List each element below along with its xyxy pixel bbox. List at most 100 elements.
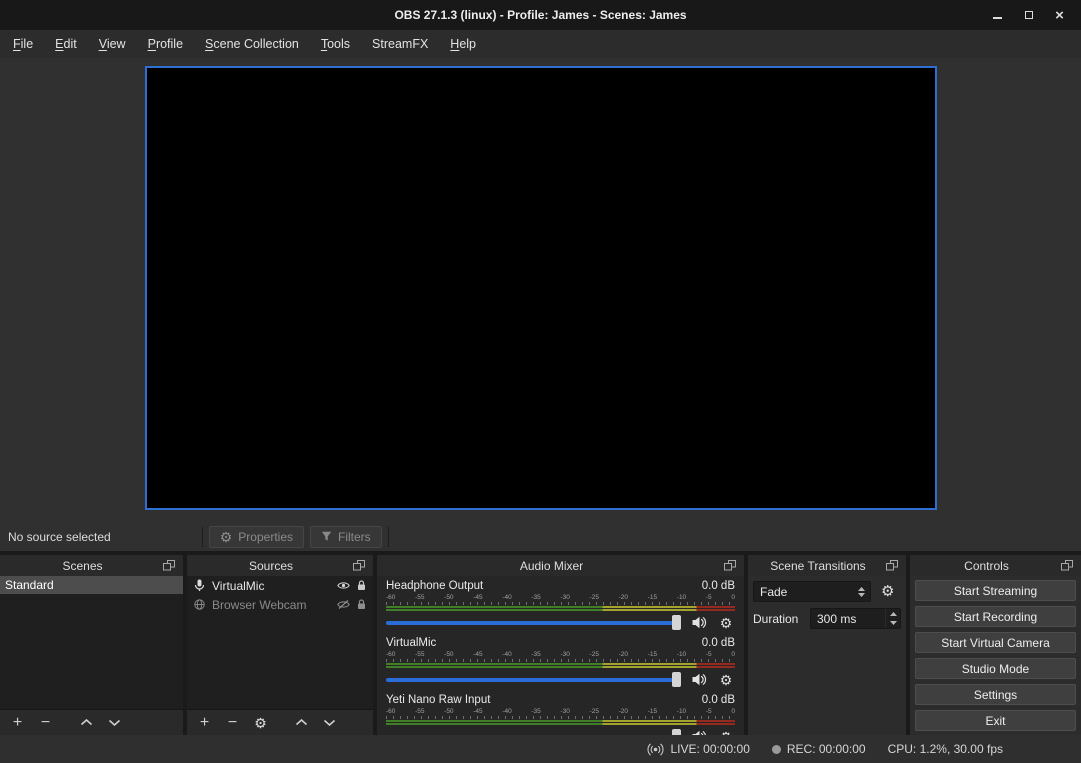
- exit-button[interactable]: Exit: [915, 710, 1076, 731]
- meter-scale-label: 0: [731, 651, 735, 658]
- maximize-button[interactable]: [1013, 0, 1044, 30]
- meter-scale-label: -45: [473, 594, 482, 601]
- menu-scene-collection[interactable]: Scene Collection: [194, 30, 310, 58]
- menu-tools[interactable]: Tools: [310, 30, 361, 58]
- menu-streamfx[interactable]: StreamFX: [361, 30, 439, 58]
- transition-select[interactable]: Fade: [753, 581, 871, 602]
- sources-dock-popout-button[interactable]: [350, 558, 368, 574]
- menu-help[interactable]: Help: [439, 30, 487, 58]
- menu-view[interactable]: View: [88, 30, 137, 58]
- volume-slider-handle[interactable]: [672, 615, 681, 630]
- properties-button-label: Properties: [238, 530, 293, 544]
- meter-scale-label: -40: [502, 651, 511, 658]
- mixer-channel-yeti-nano-raw-input: Yeti Nano Raw Input 0.0 dB -60-55-50-45-…: [386, 694, 735, 735]
- minimize-button[interactable]: [982, 0, 1013, 30]
- chevron-down-icon: [108, 719, 121, 726]
- filters-button-label: Filters: [338, 530, 371, 544]
- menu-edit[interactable]: Edit: [44, 30, 88, 58]
- source-properties-button[interactable]: ⚙: [253, 714, 268, 732]
- speaker-icon: [692, 673, 707, 686]
- scenes-dock-header[interactable]: Scenes: [0, 555, 183, 576]
- mixer-gear-button[interactable]: ⚙: [717, 673, 735, 687]
- lock-button[interactable]: [357, 599, 366, 610]
- remove-scene-button[interactable]: −: [38, 714, 53, 732]
- settings-button[interactable]: Settings: [915, 684, 1076, 705]
- preview-canvas[interactable]: [145, 66, 937, 510]
- meter-scale-label: -10: [677, 708, 686, 715]
- controls-body: Start Streaming Start Recording Start Vi…: [910, 576, 1081, 735]
- menu-profile[interactable]: Profile: [137, 30, 194, 58]
- close-button[interactable]: ×: [1044, 0, 1075, 30]
- docks-row: Scenes Standard + − Sou: [0, 551, 1081, 735]
- visibility-off-button[interactable]: [337, 600, 350, 609]
- add-source-button[interactable]: +: [197, 714, 212, 732]
- meter-scale-label: -5: [706, 651, 712, 658]
- volume-slider[interactable]: [386, 615, 681, 630]
- source-toolbar: No source selected ⚙ Properties Filters: [0, 522, 1081, 551]
- source-item-virtualmic[interactable]: VirtualMic: [187, 576, 373, 595]
- menu-file[interactable]: File: [2, 30, 44, 58]
- mute-button[interactable]: [690, 616, 708, 629]
- duration-increase-button[interactable]: [886, 609, 900, 619]
- scene-transitions-body: Fade ⚙ Duration 300 ms: [748, 576, 906, 735]
- eye-icon: [337, 581, 350, 590]
- title-bar[interactable]: OBS 27.1.3 (linux) - Profile: James - Sc…: [0, 0, 1081, 30]
- scene-item-standard[interactable]: Standard: [0, 576, 183, 594]
- meter-scale-label: -55: [415, 594, 424, 601]
- lock-icon: [357, 580, 366, 591]
- controls-dock-popout-button[interactable]: [1058, 558, 1076, 574]
- duration-decrease-button[interactable]: [886, 619, 900, 629]
- volume-slider-handle[interactable]: [672, 672, 681, 687]
- duration-spinbox[interactable]: 300 ms: [810, 608, 901, 629]
- sources-dock-header[interactable]: Sources: [187, 555, 373, 576]
- meter-scale: -60-55-50-45-40-35-30-25-20-15-10-50: [386, 651, 735, 658]
- transition-properties-button[interactable]: ⚙: [881, 584, 894, 599]
- studio-mode-button[interactable]: Studio Mode: [915, 658, 1076, 679]
- status-bar: LIVE: 00:00:00 REC: 00:00:00 CPU: 1.2%, …: [0, 735, 1081, 763]
- meter-scale-label: -55: [415, 708, 424, 715]
- start-recording-button[interactable]: Start Recording: [915, 606, 1076, 627]
- volume-slider[interactable]: [386, 729, 681, 735]
- volume-meter: [386, 720, 735, 725]
- volume-slider-track: [386, 678, 681, 682]
- mixer-gear-button[interactable]: ⚙: [717, 616, 735, 630]
- dock-popout-icon: [1061, 560, 1073, 571]
- volume-slider-handle[interactable]: [672, 729, 681, 735]
- duration-value: 300 ms: [811, 609, 885, 628]
- move-source-up-button[interactable]: [294, 714, 309, 732]
- transition-selected-value: Fade: [754, 585, 855, 599]
- start-virtual-camera-button[interactable]: Start Virtual Camera: [915, 632, 1076, 653]
- volume-slider[interactable]: [386, 672, 681, 687]
- spin-up-icon: [890, 612, 897, 616]
- visibility-on-button[interactable]: [337, 581, 350, 590]
- meter-scale-label: 0: [731, 708, 735, 715]
- add-scene-button[interactable]: +: [10, 714, 25, 732]
- lock-button[interactable]: [357, 580, 366, 591]
- controls-dock-header[interactable]: Controls: [910, 555, 1081, 576]
- remove-source-button[interactable]: −: [225, 714, 240, 732]
- eye-slash-icon: [337, 600, 350, 609]
- meter-scale: -60-55-50-45-40-35-30-25-20-15-10-50: [386, 594, 735, 601]
- audio-mixer-dock-header[interactable]: Audio Mixer: [377, 555, 744, 576]
- filters-button[interactable]: Filters: [310, 526, 382, 548]
- scene-transitions-dock: Scene Transitions Fade ⚙: [748, 555, 906, 735]
- scene-transitions-dock-popout-button[interactable]: [883, 558, 901, 574]
- mixer-channel-headphone-output: Headphone Output 0.0 dB -60-55-50-45-40-…: [386, 580, 735, 630]
- move-source-down-button[interactable]: [322, 714, 337, 732]
- move-scene-up-button[interactable]: [79, 714, 94, 732]
- source-item-browser-webcam[interactable]: Browser Webcam: [187, 595, 373, 614]
- live-time: LIVE: 00:00:00: [670, 742, 749, 756]
- sources-toolbar: + − ⚙: [187, 709, 373, 735]
- start-streaming-button[interactable]: Start Streaming: [915, 580, 1076, 601]
- meter-scale-label: -60: [386, 594, 395, 601]
- scenes-dock-popout-button[interactable]: [160, 558, 178, 574]
- properties-button[interactable]: ⚙ Properties: [209, 526, 304, 548]
- microphone-icon: [194, 579, 205, 592]
- mute-button[interactable]: [690, 673, 708, 686]
- scene-transitions-dock-header[interactable]: Scene Transitions: [748, 555, 906, 576]
- audio-mixer-dock-popout-button[interactable]: [721, 558, 739, 574]
- meter-scale-label: -45: [473, 651, 482, 658]
- meter-scale: -60-55-50-45-40-35-30-25-20-15-10-50: [386, 708, 735, 715]
- move-scene-down-button[interactable]: [107, 714, 122, 732]
- meter-scale-label: 0: [731, 594, 735, 601]
